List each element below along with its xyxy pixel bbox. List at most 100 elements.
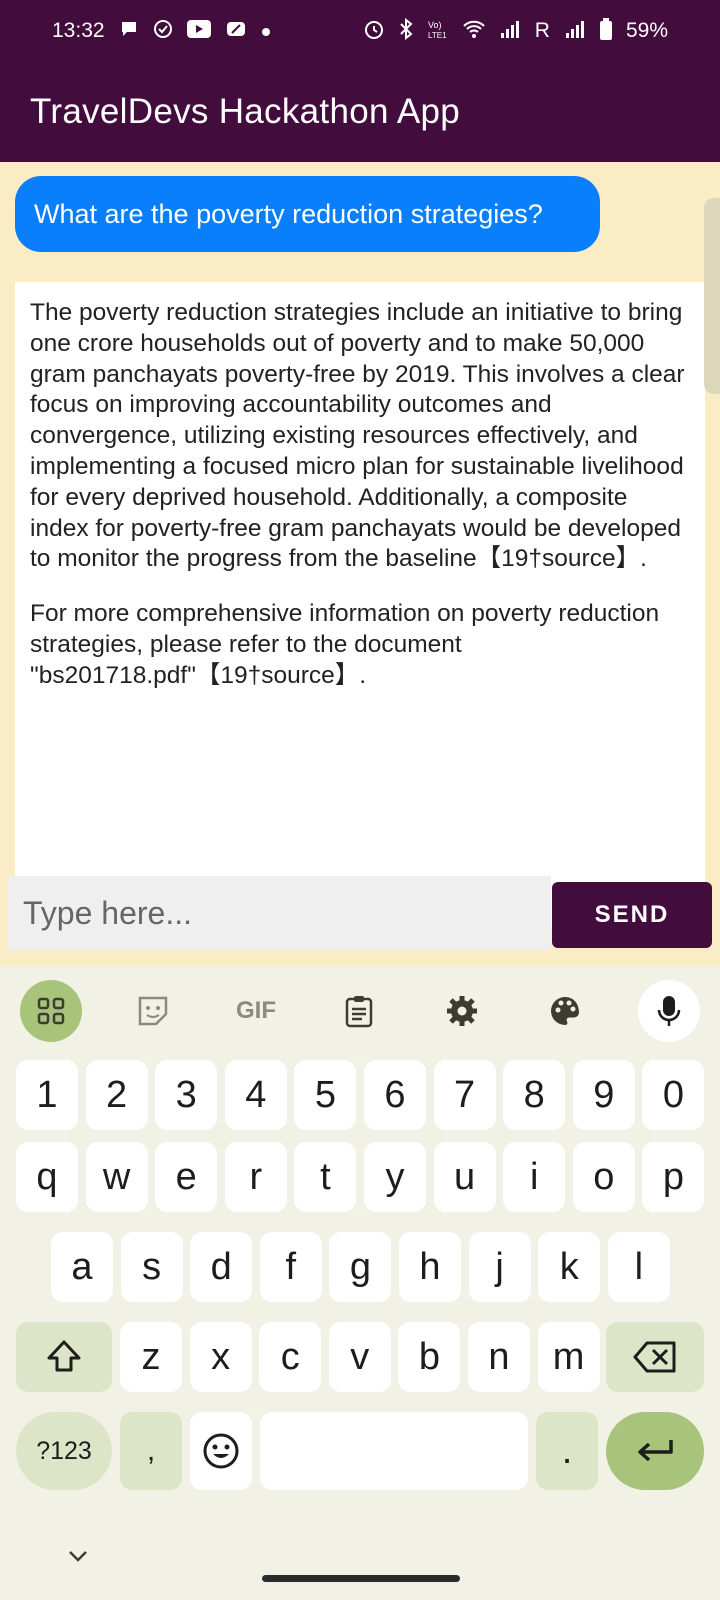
key-w[interactable]: w	[85, 1142, 148, 1212]
on-screen-keyboard: GIF 1 2 3 4 5 6 7 8 9 0 q w e r t y u i o p a s d f g h j k l z x c v b nm…	[0, 966, 720, 1600]
space-key[interactable]	[260, 1412, 528, 1490]
bluetooth-icon	[399, 17, 413, 45]
key-label: e	[175, 1155, 197, 1198]
emoji-icon	[203, 1433, 239, 1469]
key-label: c	[280, 1335, 300, 1378]
key-label: f	[285, 1245, 297, 1288]
gif-button[interactable]: GIF	[225, 980, 287, 1042]
key-label: h	[419, 1245, 441, 1288]
chat-area[interactable]: What are the poverty reduction strategie…	[0, 162, 720, 966]
key-u[interactable]: u	[433, 1142, 496, 1212]
key-t[interactable]: t	[294, 1142, 357, 1212]
answer-paragraph: The poverty reduction strategies include…	[30, 299, 685, 573]
period-key[interactable]: .	[536, 1412, 598, 1490]
signal-icon	[564, 19, 586, 44]
key-label: 0	[662, 1073, 684, 1116]
home-indicator[interactable]	[262, 1575, 460, 1582]
palette-icon[interactable]	[534, 980, 596, 1042]
settings-icon[interactable]	[431, 980, 493, 1042]
backspace-key[interactable]	[606, 1322, 704, 1392]
key-m[interactable]: m	[537, 1322, 600, 1392]
key-label: m	[552, 1335, 585, 1378]
mic-icon[interactable]	[638, 980, 700, 1042]
key-c[interactable]: c	[259, 1322, 322, 1392]
key-label: o	[593, 1155, 615, 1198]
key-label: r	[249, 1155, 263, 1198]
roaming-label: R	[534, 19, 550, 42]
key-label: a	[71, 1245, 93, 1288]
message-input[interactable]	[8, 876, 551, 950]
key-z[interactable]: z	[120, 1322, 182, 1392]
key-label: s	[142, 1245, 162, 1288]
key-label: 9	[593, 1073, 615, 1116]
key-9[interactable]: 9	[572, 1060, 635, 1130]
key-s[interactable]: s	[120, 1232, 183, 1302]
apps-icon[interactable]	[20, 980, 82, 1042]
key-label: 5	[314, 1073, 336, 1116]
key-e[interactable]: e	[155, 1142, 218, 1212]
key-label: 6	[384, 1073, 406, 1116]
sticker-icon[interactable]	[122, 980, 184, 1042]
key-d[interactable]: d	[190, 1232, 253, 1302]
key-x[interactable]: x	[189, 1322, 252, 1392]
key-0[interactable]: 0	[642, 1060, 705, 1130]
key-label: v	[350, 1335, 370, 1378]
key-6[interactable]: 6	[364, 1060, 426, 1130]
key-q[interactable]: q	[16, 1142, 78, 1212]
key-label: w	[102, 1155, 131, 1198]
key-4[interactable]: 4	[224, 1060, 287, 1130]
key-2[interactable]: 2	[85, 1060, 148, 1130]
key-label: k	[559, 1245, 579, 1288]
key-k[interactable]: k	[538, 1232, 601, 1302]
key-1[interactable]: 1	[16, 1060, 78, 1130]
comma-key-label: ,	[146, 1434, 156, 1467]
period-key-label: .	[561, 1429, 573, 1472]
symbols-key[interactable]: ?123	[16, 1412, 112, 1490]
key-j[interactable]: j	[468, 1232, 531, 1302]
key-f[interactable]: f	[259, 1232, 322, 1302]
key-3[interactable]: 3	[155, 1060, 218, 1130]
key-7[interactable]: 7	[433, 1060, 496, 1130]
clipboard-icon[interactable]	[328, 980, 390, 1042]
gif-label: GIF	[236, 997, 276, 1024]
key-r[interactable]: r	[224, 1142, 287, 1212]
key-label: l	[634, 1245, 644, 1288]
key-l[interactable]: l	[607, 1232, 670, 1302]
shift-key[interactable]	[16, 1322, 112, 1392]
scrollbar-thumb[interactable]	[704, 198, 720, 394]
status-bar: 13:32 Vo) LTE1 R 59%	[0, 0, 720, 62]
emoji-key[interactable]	[190, 1412, 252, 1490]
dot-icon	[261, 21, 271, 42]
key-h[interactable]: h	[399, 1232, 461, 1302]
keyboard-toolbar: GIF	[0, 966, 720, 1056]
key-p[interactable]: p	[642, 1142, 705, 1212]
wifi-icon	[463, 19, 485, 44]
svg-text:Vo): Vo)	[428, 20, 442, 30]
key-v[interactable]: v	[328, 1322, 391, 1392]
key-8[interactable]: 8	[503, 1060, 566, 1130]
key-label: 1	[36, 1073, 58, 1116]
key-label: 4	[245, 1073, 267, 1116]
key-label: x	[211, 1335, 231, 1378]
key-b[interactable]: b	[398, 1322, 461, 1392]
enter-icon	[638, 1440, 673, 1462]
shift-icon	[47, 1340, 81, 1372]
user-message-text: What are the poverty reduction strategie…	[34, 198, 543, 229]
key-a[interactable]: a	[51, 1232, 113, 1302]
key-o[interactable]: o	[572, 1142, 635, 1212]
key-n[interactable]: n	[468, 1322, 530, 1392]
send-button[interactable]: SEND	[552, 882, 712, 948]
key-label: t	[320, 1155, 331, 1198]
key-label: d	[210, 1245, 232, 1288]
signal-icon	[499, 19, 521, 44]
key-g[interactable]: g	[329, 1232, 392, 1302]
comma-key[interactable]: ,	[120, 1412, 182, 1490]
key-label: b	[418, 1335, 440, 1378]
key-5[interactable]: 5	[294, 1060, 357, 1130]
key-y[interactable]: y	[364, 1142, 426, 1212]
key-label: u	[454, 1155, 476, 1198]
keyboard-collapse-chevron-icon[interactable]	[62, 1540, 94, 1572]
key-i[interactable]: i	[503, 1142, 566, 1212]
volte-icon: Vo) LTE1	[427, 18, 449, 45]
enter-key[interactable]	[606, 1412, 704, 1490]
